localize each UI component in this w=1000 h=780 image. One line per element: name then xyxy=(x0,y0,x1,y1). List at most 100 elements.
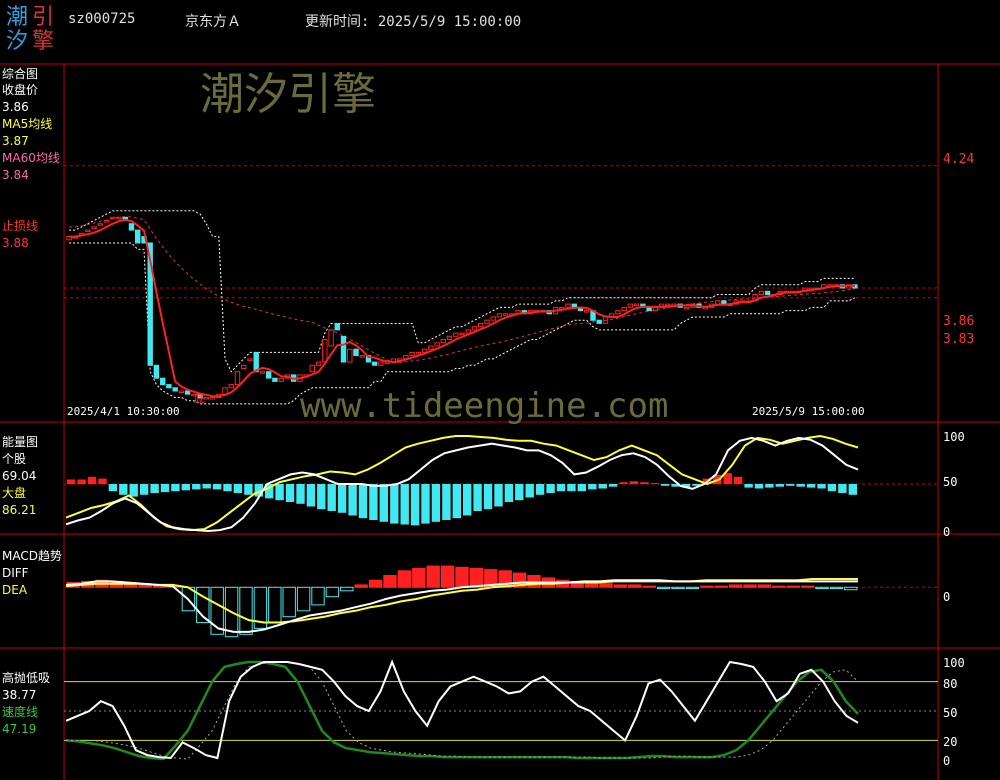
energy-bar xyxy=(546,484,555,493)
close-label: 收盘价 xyxy=(2,83,39,97)
candle xyxy=(160,377,166,386)
hilo-tick-20: 20 xyxy=(943,735,958,749)
hilo-tick-80: 80 xyxy=(943,677,958,691)
macd-bar xyxy=(772,585,786,588)
candle xyxy=(409,351,415,357)
lower-band-line xyxy=(69,242,856,405)
candle xyxy=(153,364,160,379)
end-time: 2025/5/9 15:00:00 xyxy=(752,405,865,418)
candle xyxy=(490,316,496,321)
upper-band-line xyxy=(69,210,855,373)
macd-bar xyxy=(685,586,700,589)
candle xyxy=(372,361,378,366)
speed-label: 速度线 xyxy=(2,705,39,719)
candle xyxy=(652,306,658,312)
energy-market-value: 86.21 xyxy=(2,503,37,517)
energy-bar xyxy=(431,484,441,522)
candle xyxy=(484,319,490,324)
energy-tick-50: 50 xyxy=(943,475,958,489)
energy-bar xyxy=(400,484,409,525)
macd-bar xyxy=(354,584,368,588)
energy-bar xyxy=(223,484,232,492)
candle xyxy=(247,358,253,361)
energy-bar xyxy=(640,482,649,484)
candle xyxy=(178,390,185,393)
macd-bar xyxy=(671,586,685,589)
candle xyxy=(453,332,459,337)
candle xyxy=(378,361,384,366)
energy-bar xyxy=(608,484,618,487)
energy-tick-100: 100 xyxy=(943,430,965,444)
candle xyxy=(758,290,765,295)
macd-diff-line xyxy=(65,579,858,633)
energy-market-label: 大盘 xyxy=(2,486,27,500)
candle xyxy=(241,364,247,369)
candle xyxy=(85,229,91,233)
energy-bar xyxy=(285,484,295,502)
energy-bar xyxy=(661,484,670,486)
bottom-marker: 底 xyxy=(194,392,205,405)
macd-bar xyxy=(757,584,772,588)
macd-bar xyxy=(296,586,311,612)
main-title: 综合图 xyxy=(2,67,39,81)
hilo-title: 高抛低吸 xyxy=(2,671,51,685)
energy-bar xyxy=(181,484,190,491)
price-tick-1: 4.24 xyxy=(943,152,975,167)
energy-bar xyxy=(744,484,753,488)
candle xyxy=(135,229,141,244)
energy-bar xyxy=(796,484,805,487)
energy-bar xyxy=(337,484,347,513)
energy-bar xyxy=(327,484,336,511)
energy-bar xyxy=(77,479,86,484)
macd-bar xyxy=(412,568,426,588)
ma5-label: MA5均线 xyxy=(2,117,53,131)
ma5-value: 3.87 xyxy=(2,134,29,148)
candle xyxy=(347,348,353,363)
price-tick-3: 3.83 xyxy=(943,332,975,347)
candle xyxy=(259,371,266,374)
macd-dea-label: DEA xyxy=(2,583,28,597)
energy-bar xyxy=(733,476,743,484)
energy-bar xyxy=(775,484,784,487)
macd-bar xyxy=(368,579,383,588)
candle xyxy=(97,223,103,226)
candle xyxy=(266,371,272,379)
macd-bar xyxy=(829,586,844,589)
energy-bar xyxy=(442,484,451,520)
candle xyxy=(315,361,322,366)
candle xyxy=(503,313,509,316)
energy-bar xyxy=(629,481,639,484)
energy-bar xyxy=(504,484,514,502)
energy-bar xyxy=(87,476,97,484)
energy-bar xyxy=(379,484,388,522)
energy-bar xyxy=(160,484,170,493)
macd-bar xyxy=(268,586,282,624)
hilo-tick-0: 0 xyxy=(943,754,951,768)
energy-bar xyxy=(567,484,576,492)
energy-bar xyxy=(369,484,378,520)
candle xyxy=(721,300,727,305)
watermark-cn: 潮汐引擎 xyxy=(200,69,376,120)
hilo-tick-100: 100 xyxy=(943,656,965,670)
candle xyxy=(665,303,671,307)
energy-bar xyxy=(556,484,566,492)
macd-bar xyxy=(469,568,484,588)
candle xyxy=(334,323,341,331)
candle xyxy=(465,329,472,334)
candle xyxy=(459,332,465,336)
energy-bar xyxy=(348,484,357,516)
macd-bar xyxy=(700,585,714,588)
energy-bar xyxy=(817,484,826,489)
macd-bar xyxy=(844,586,858,591)
ma60-line xyxy=(69,216,855,364)
candle xyxy=(272,377,278,382)
price-tick-2: 3.86 xyxy=(943,314,975,329)
energy-bar xyxy=(650,483,659,485)
energy-bar xyxy=(129,484,138,497)
candle xyxy=(415,351,422,355)
energy-tick-0: 0 xyxy=(943,525,951,539)
energy-bar xyxy=(806,484,816,488)
energy-bar xyxy=(848,484,857,495)
macd-bar xyxy=(311,586,325,606)
candle xyxy=(322,339,328,363)
